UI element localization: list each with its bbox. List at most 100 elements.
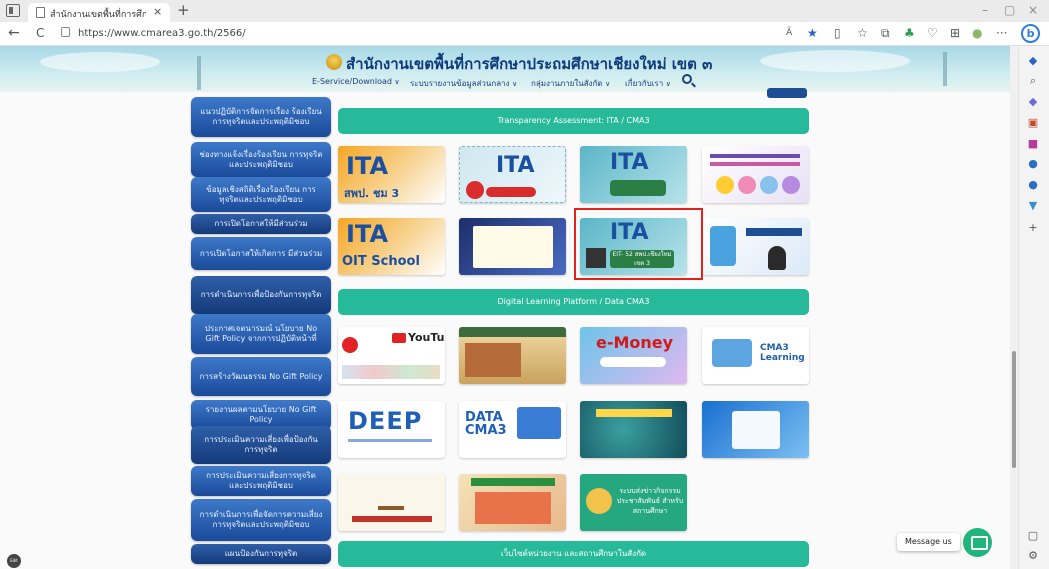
sidebar-games-icon[interactable]: ● <box>1027 158 1039 170</box>
sidebar-expand-icon[interactable]: ▢ <box>1027 530 1039 542</box>
banner-caption: OIT School <box>342 254 420 269</box>
section-header-ita: Transparency Assessment: ITA / CMA3 <box>338 108 809 134</box>
sidebar-discover-icon[interactable]: ◆ <box>1027 96 1039 108</box>
chevron-down-icon: ∨ <box>605 80 611 88</box>
browser-essentials-icon[interactable]: ♡ <box>927 26 938 40</box>
vertical-scrollbar[interactable] <box>1010 46 1018 569</box>
back-button[interactable]: ← <box>8 25 20 41</box>
sidebar-item-prevention-plan[interactable]: แผนป้องกันการทุจริต <box>191 544 331 564</box>
banner-ita-report[interactable]: ITA <box>580 146 687 203</box>
profile-icon[interactable]: ● <box>972 26 982 40</box>
banner-network[interactable] <box>580 401 687 458</box>
site-header: สำนักงานเขตพื้นที่การศึกษาประถมศึกษาเชีย… <box>0 46 1018 92</box>
sidebar-item-risk-assessment[interactable]: การประเมินความเสี่ยงเพื่อป้องกันการทุจริ… <box>191 426 331 464</box>
close-window-button[interactable]: × <box>1028 3 1038 17</box>
site-title[interactable]: สำนักงานเขตพื้นที่การศึกษาประถมศึกษาเชีย… <box>346 52 712 76</box>
minimize-button[interactable]: – <box>982 3 988 17</box>
apps-icon[interactable]: ⊞ <box>950 26 960 40</box>
workspaces-icon[interactable] <box>6 4 20 17</box>
site-logo[interactable] <box>326 54 342 70</box>
split-screen-icon[interactable]: ▯ <box>834 26 841 40</box>
sidebar-office-icon[interactable]: ● <box>1027 179 1039 191</box>
ita-logo-text: ITA <box>346 220 389 248</box>
tab-strip: สำนักงานเขตพื้นที่การศึกษาประถมศึกษาเชีย… <box>0 0 1049 22</box>
sidebar-item-complaint-stats[interactable]: ข้อมูลเชิงสถิติเรื่องร้องเรียน การทุจริต… <box>191 177 331 212</box>
bing-copilot-button[interactable]: b <box>1021 24 1040 43</box>
sidebar-item-complaint-channel[interactable]: ช่องทางแจ้งเรื่องร้องเรียน การทุจริตและป… <box>191 142 331 177</box>
sidebar-outlook-icon[interactable]: ▼ <box>1027 200 1039 212</box>
banner-justice[interactable] <box>338 474 445 531</box>
menu-eservice[interactable]: E-Service/Download ∨ <box>312 77 400 86</box>
data-title: DATA CMA3 <box>465 410 507 438</box>
more-menu-icon[interactable]: ··· <box>996 26 1007 40</box>
sidebar-item-complaint-guideline[interactable]: แนวปฏิบัติการจัดการเรื่อง ร้องเรียนการทุ… <box>191 97 331 137</box>
chevron-down-icon: ∨ <box>512 80 518 88</box>
address-bar: ← C https://www.cmarea3.go.th/2566/ Ã ★… <box>0 22 1049 46</box>
banner-poster[interactable] <box>459 474 566 531</box>
banner-deep[interactable]: DEEP <box>338 401 445 458</box>
banner-data-cma3[interactable]: DATA CMA3 <box>459 401 566 458</box>
new-tab-button[interactable]: + <box>177 2 190 18</box>
tab-close-icon[interactable]: × <box>153 6 162 18</box>
phone-icon <box>710 226 736 266</box>
sidebar-item-anti-corruption[interactable]: การดำเนินการเพื่อป้องกันการทุจริต <box>191 276 331 314</box>
selected-banner-highlight <box>574 208 703 280</box>
menu-about[interactable]: เกี่ยวกับเรา ∨ <box>625 77 671 90</box>
banner-learning-platform[interactable] <box>459 327 566 384</box>
banner-label-box <box>610 180 666 196</box>
collections-icon[interactable]: ⧉ <box>881 26 890 40</box>
sidebar-bookmark-icon[interactable]: ◆ <box>1027 55 1039 67</box>
menu-central-report[interactable]: ระบบรายงานข้อมูลส่วนกลาง ∨ <box>410 77 517 90</box>
ita-logo-text: ITA <box>610 150 649 175</box>
ita-logo-text: ITA <box>496 153 535 178</box>
banner-satisfaction-survey[interactable] <box>702 146 809 203</box>
banner-online-complaint[interactable] <box>702 218 809 275</box>
banner-e-money[interactable]: e-Money <box>580 327 687 384</box>
sidebar-item-risk-evaluation[interactable]: การประเมินความเสี่ยงการทุจริตและประพฤติม… <box>191 466 331 496</box>
sidebar-item-no-gift-announcement[interactable]: ประกาศเจตนารมณ์ นโยบาย No Gift Policy จา… <box>191 314 331 354</box>
header-action-button[interactable] <box>767 88 807 98</box>
banner-login-system[interactable] <box>702 401 809 458</box>
read-aloud-icon[interactable]: Ã <box>786 26 792 40</box>
sidebar-shopping-icon[interactable]: ▣ <box>1027 117 1039 129</box>
edit-badge[interactable]: Edit <box>7 554 21 568</box>
menu-internal-groups[interactable]: กลุ่มงานภายในสังกัด ∨ <box>531 77 610 90</box>
message-us-label[interactable]: Message us <box>897 533 960 551</box>
sidebar-item-participation[interactable]: การเปิดโอกาสให้มีส่วนร่วม <box>191 214 331 234</box>
scales-icon <box>378 480 404 510</box>
sidebar-item-open-participation[interactable]: การเปิดโอกาสให้เกิดการ มีส่วนร่วม <box>191 237 331 270</box>
sidebar-settings-icon[interactable]: ⚙ <box>1027 550 1039 562</box>
notice-board <box>473 226 553 268</box>
favorites-icon[interactable]: ☆ <box>857 26 868 40</box>
emoney-title: e-Money <box>596 333 674 352</box>
chat-icon[interactable] <box>963 528 992 557</box>
extension-icon[interactable]: ♣ <box>904 26 915 40</box>
sidebar-add-icon[interactable]: + <box>1027 222 1039 234</box>
url-field[interactable]: https://www.cmarea3.go.th/2566/ <box>78 28 246 39</box>
browser-tab[interactable]: สำนักงานเขตพื้นที่การศึกษาประถมศึกษาเชีย… <box>28 3 170 22</box>
smiley-icon <box>782 176 800 194</box>
banner-ita-cm3[interactable]: ITA สพป. ชม 3 <box>338 146 445 203</box>
banner-line <box>710 154 800 158</box>
banner-oit-school[interactable]: ITA OIT School <box>338 218 445 275</box>
search-icon[interactable] <box>682 74 692 84</box>
scrollbar-thumb[interactable] <box>1012 351 1016 468</box>
banner-line <box>352 516 432 522</box>
sidebar-item-risk-management[interactable]: การดำเนินการเพื่อจัดการความเสี่ยง การทุจ… <box>191 499 331 541</box>
lock-icon[interactable] <box>61 27 70 37</box>
sidebar-item-no-gift-culture[interactable]: การสร้างวัฒนธรรม No Gift Policy <box>191 357 331 396</box>
banner-youtube[interactable]: YouTube <box>338 327 445 384</box>
banner-news-system[interactable]: ระบบส่งข่าวกิจกรรม ประชาสัมพันธ์ สำหรับส… <box>580 474 687 531</box>
refresh-button[interactable]: C <box>36 25 44 41</box>
sidebar-search-icon[interactable]: ⌕ <box>1027 75 1039 87</box>
banner-ita-speaker[interactable]: ITA <box>459 146 566 203</box>
video-strip <box>342 365 440 379</box>
favorite-star-icon[interactable]: ★ <box>807 26 818 40</box>
smiley-icon <box>716 176 734 194</box>
banner-school-notice[interactable] <box>459 218 566 275</box>
banner-cma3-learning[interactable]: CMA3 Learning <box>702 327 809 384</box>
sidebar-tools-icon[interactable]: ■ <box>1027 138 1039 150</box>
smiley-icon <box>738 176 756 194</box>
banner-caption: สพป. ชม 3 <box>344 187 400 200</box>
restore-button[interactable]: ▢ <box>1004 3 1015 17</box>
